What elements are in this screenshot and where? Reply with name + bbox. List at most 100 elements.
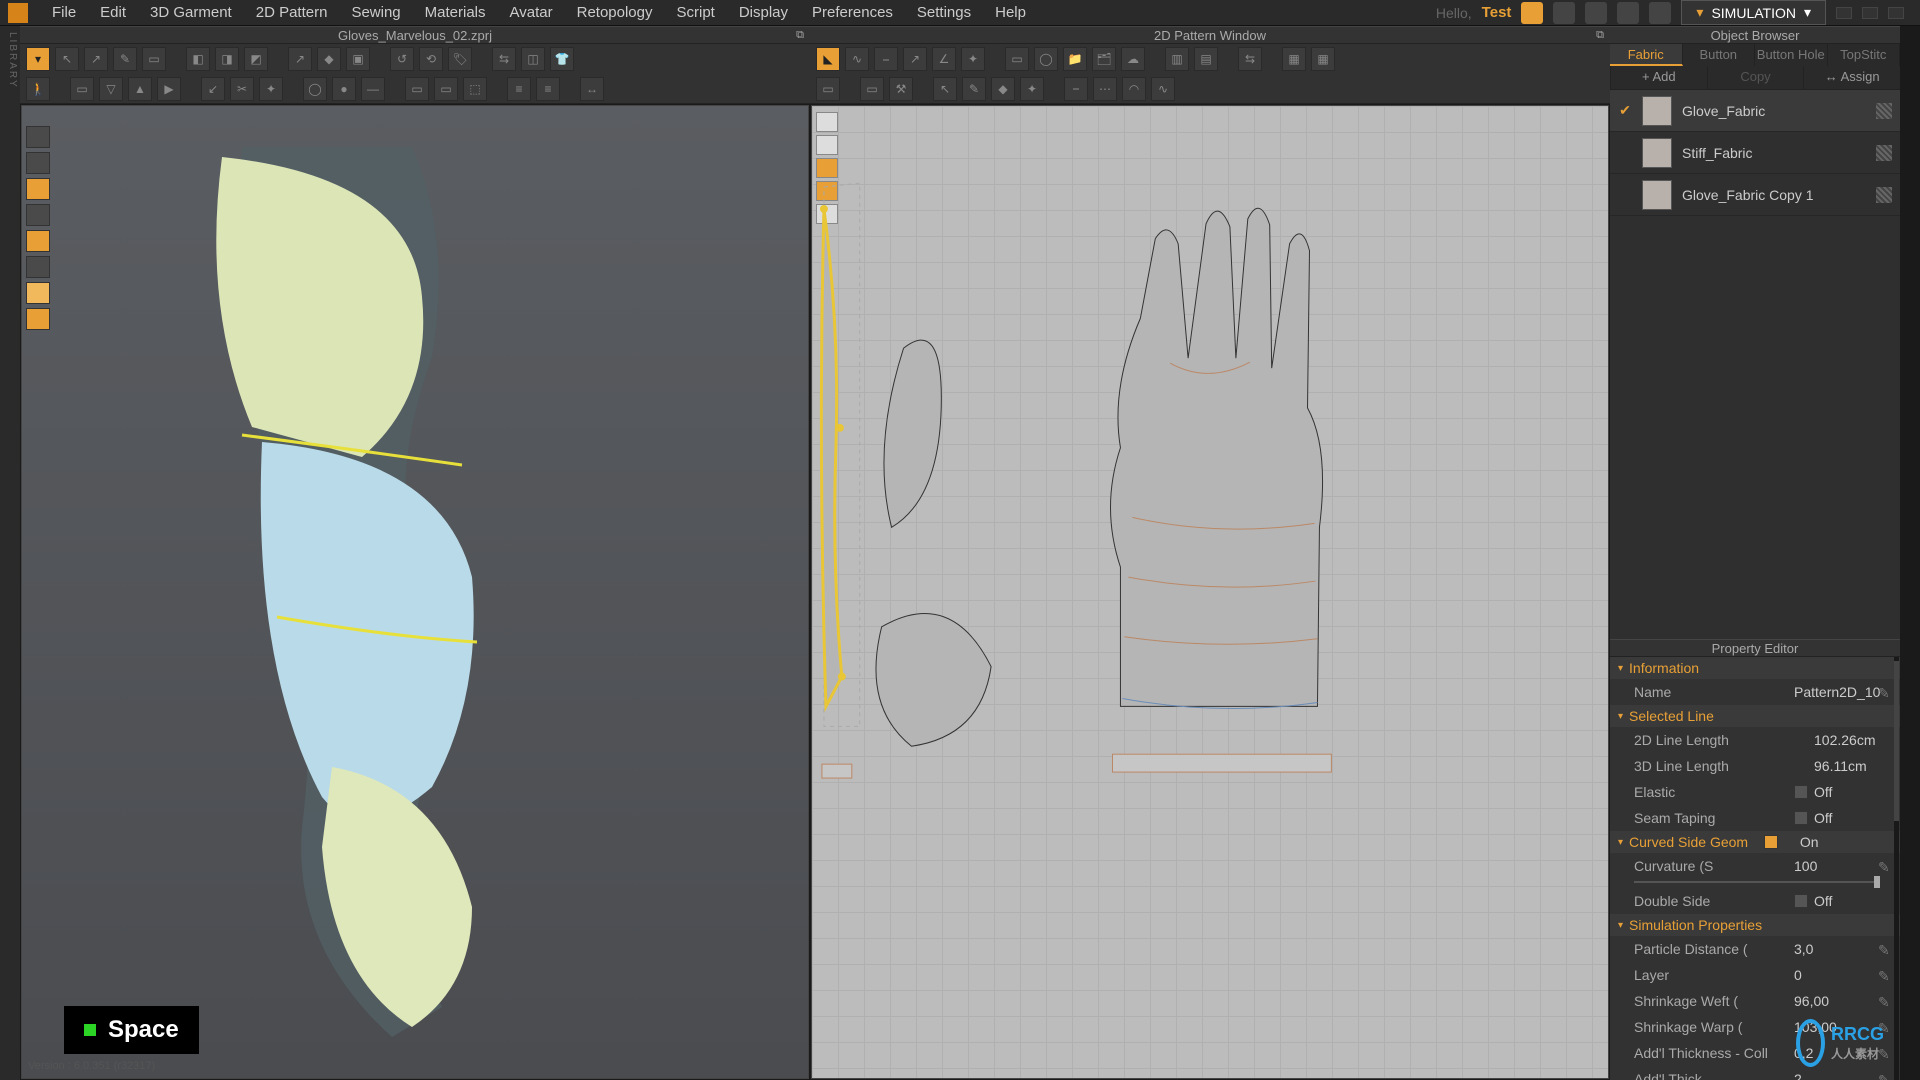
tool2db-3[interactable]: ⚒ — [889, 77, 913, 101]
menu-preferences[interactable]: Preferences — [800, 0, 905, 25]
tool3db-14[interactable]: ≡ — [507, 77, 531, 101]
prop-particledist[interactable]: Particle Distance (3,0✎ — [1610, 936, 1900, 962]
tool3db-6[interactable]: ✂ — [230, 77, 254, 101]
pencil-icon[interactable]: ✎ — [1878, 859, 1892, 873]
tool2d-grid2[interactable]: ▦ — [1311, 47, 1335, 71]
tool2d-10[interactable]: ☁ — [1121, 47, 1145, 71]
tool3d-5[interactable]: ◧ — [186, 47, 210, 71]
tab-button[interactable]: Button — [1683, 44, 1756, 66]
menu-display[interactable]: Display — [727, 0, 800, 25]
pencil-icon[interactable]: ✎ — [1878, 994, 1892, 1008]
fabric-item-2[interactable]: Glove_Fabric Copy 1 — [1610, 174, 1900, 216]
tool2db-4[interactable]: ↖ — [933, 77, 957, 101]
striped-icon[interactable] — [1876, 187, 1892, 203]
curvature-slider[interactable] — [1634, 881, 1880, 883]
menu-script[interactable]: Script — [665, 0, 727, 25]
tool3db-16[interactable]: ↔ — [580, 77, 604, 101]
tool3d-15[interactable]: ◫ — [521, 47, 545, 71]
tool3db-13[interactable]: ⬚ — [463, 77, 487, 101]
tool2d-13[interactable]: ⇆ — [1238, 47, 1262, 71]
window-max[interactable] — [1862, 7, 1878, 19]
tool3d-6[interactable]: ◨ — [215, 47, 239, 71]
vt3d-4[interactable] — [26, 204, 50, 226]
tool3d-7[interactable]: ◩ — [244, 47, 268, 71]
tool3db-4[interactable]: ▶ — [157, 77, 181, 101]
tool3d-11[interactable]: ↺ — [390, 47, 414, 71]
prop-seamtaping[interactable]: Seam TapingOff — [1610, 805, 1900, 831]
section-selected-line[interactable]: Selected Line — [1610, 705, 1900, 727]
tool3db-5[interactable]: ↙ — [201, 77, 225, 101]
char-icon[interactable] — [1649, 2, 1671, 24]
prop-elastic[interactable]: ElasticOff — [1610, 779, 1900, 805]
menu-file[interactable]: File — [40, 0, 88, 25]
tool3db-avatar[interactable]: 🚶 — [26, 77, 50, 101]
menu-2d-pattern[interactable]: 2D Pattern — [244, 0, 340, 25]
pencil-icon[interactable]: ✎ — [1878, 942, 1892, 956]
tool2d-3[interactable]: ↗ — [903, 47, 927, 71]
cloud-icon[interactable] — [1521, 2, 1543, 24]
prop-curvature[interactable]: Curvature (S100✎ — [1610, 853, 1900, 879]
profile-icon[interactable] — [1585, 2, 1607, 24]
assign-button[interactable]: ↔ Assign — [1803, 66, 1900, 89]
menu-sewing[interactable]: Sewing — [339, 0, 412, 25]
vt3d-3[interactable] — [26, 178, 50, 200]
tab-fabric[interactable]: Fabric — [1610, 44, 1683, 66]
vt3d-5[interactable] — [26, 230, 50, 252]
tool2db-8[interactable]: ⎯ — [1064, 77, 1088, 101]
sound-icon[interactable] — [1553, 2, 1575, 24]
menu-edit[interactable]: Edit — [88, 0, 138, 25]
user-name[interactable]: Test — [1482, 4, 1512, 21]
fabric-item-0[interactable]: ✔ Glove_Fabric — [1610, 90, 1900, 132]
striped-icon[interactable] — [1876, 145, 1892, 161]
viewport-2d[interactable] — [811, 105, 1609, 1079]
tool3d-13[interactable]: 🏷 — [448, 47, 472, 71]
pencil-icon[interactable]: ✎ — [1878, 685, 1892, 699]
tool2d-11[interactable]: ▥ — [1165, 47, 1189, 71]
tool3d-4[interactable]: ▭ — [142, 47, 166, 71]
prop-name[interactable]: NamePattern2D_10✎ — [1610, 679, 1900, 705]
prop-shrinkweft[interactable]: Shrinkage Weft (96,00✎ — [1610, 988, 1900, 1014]
simulation-dropdown[interactable]: SIMULATION▾ — [1681, 0, 1826, 25]
menu-retopology[interactable]: Retopology — [565, 0, 665, 25]
vt3d-6[interactable] — [26, 256, 50, 278]
tool2d-select-icon[interactable]: ◣ — [816, 47, 840, 71]
fabric-item-1[interactable]: Stiff_Fabric — [1610, 132, 1900, 174]
tool2d-4[interactable]: ∠ — [932, 47, 956, 71]
tool3d-16[interactable]: 👕 — [550, 47, 574, 71]
tool3db-7[interactable]: ✦ — [259, 77, 283, 101]
tool2d-grid[interactable]: ▦ — [1282, 47, 1306, 71]
tool3db-11[interactable]: ▭ — [405, 77, 429, 101]
tab-buttonhole[interactable]: Button Hole — [1755, 44, 1828, 66]
tool2d-8[interactable]: 📁 — [1063, 47, 1087, 71]
window-min[interactable] — [1836, 7, 1852, 19]
tool3db-8[interactable]: ◯ — [303, 77, 327, 101]
tool3db-12[interactable]: ▭ — [434, 77, 458, 101]
tool3db-15[interactable]: ≡ — [536, 77, 560, 101]
tool3db-2[interactable]: ▽ — [99, 77, 123, 101]
vt3d-8[interactable] — [26, 308, 50, 330]
pencil-icon[interactable]: ✎ — [1878, 968, 1892, 982]
vt3d-2[interactable] — [26, 152, 50, 174]
tool3d-14[interactable]: ⇆ — [492, 47, 516, 71]
tool2db-2[interactable]: ▭ — [860, 77, 884, 101]
tool3d-8[interactable]: ↗ — [288, 47, 312, 71]
tool3d-12[interactable]: ⟲ — [419, 47, 443, 71]
add-button[interactable]: + Add — [1610, 66, 1707, 89]
expand-icon[interactable]: ⧉ — [796, 29, 804, 42]
pencil-icon[interactable]: ✎ — [1878, 1072, 1892, 1080]
tool3db-3[interactable]: ▲ — [128, 77, 152, 101]
tool2d-1[interactable]: ∿ — [845, 47, 869, 71]
expand-icon-2d[interactable]: ⧉ — [1596, 29, 1604, 42]
tool2d-5[interactable]: ✦ — [961, 47, 985, 71]
section-curved-side[interactable]: Curved Side Geom On — [1610, 831, 1900, 853]
tool3d-2[interactable]: ↗ — [84, 47, 108, 71]
tool3d-select-icon[interactable]: ▾ — [26, 47, 50, 71]
tool2d-12[interactable]: ▤ — [1194, 47, 1218, 71]
side-strip[interactable]: LIBRARY HISTORY MODULAR CONFIGURATOR — [0, 26, 20, 1080]
section-information[interactable]: Information — [1610, 657, 1900, 679]
menu-materials[interactable]: Materials — [413, 0, 498, 25]
window-close[interactable] — [1888, 7, 1904, 19]
tool3d-9[interactable]: ◆ — [317, 47, 341, 71]
striped-icon[interactable] — [1876, 103, 1892, 119]
copy-button[interactable]: Copy — [1707, 66, 1804, 89]
